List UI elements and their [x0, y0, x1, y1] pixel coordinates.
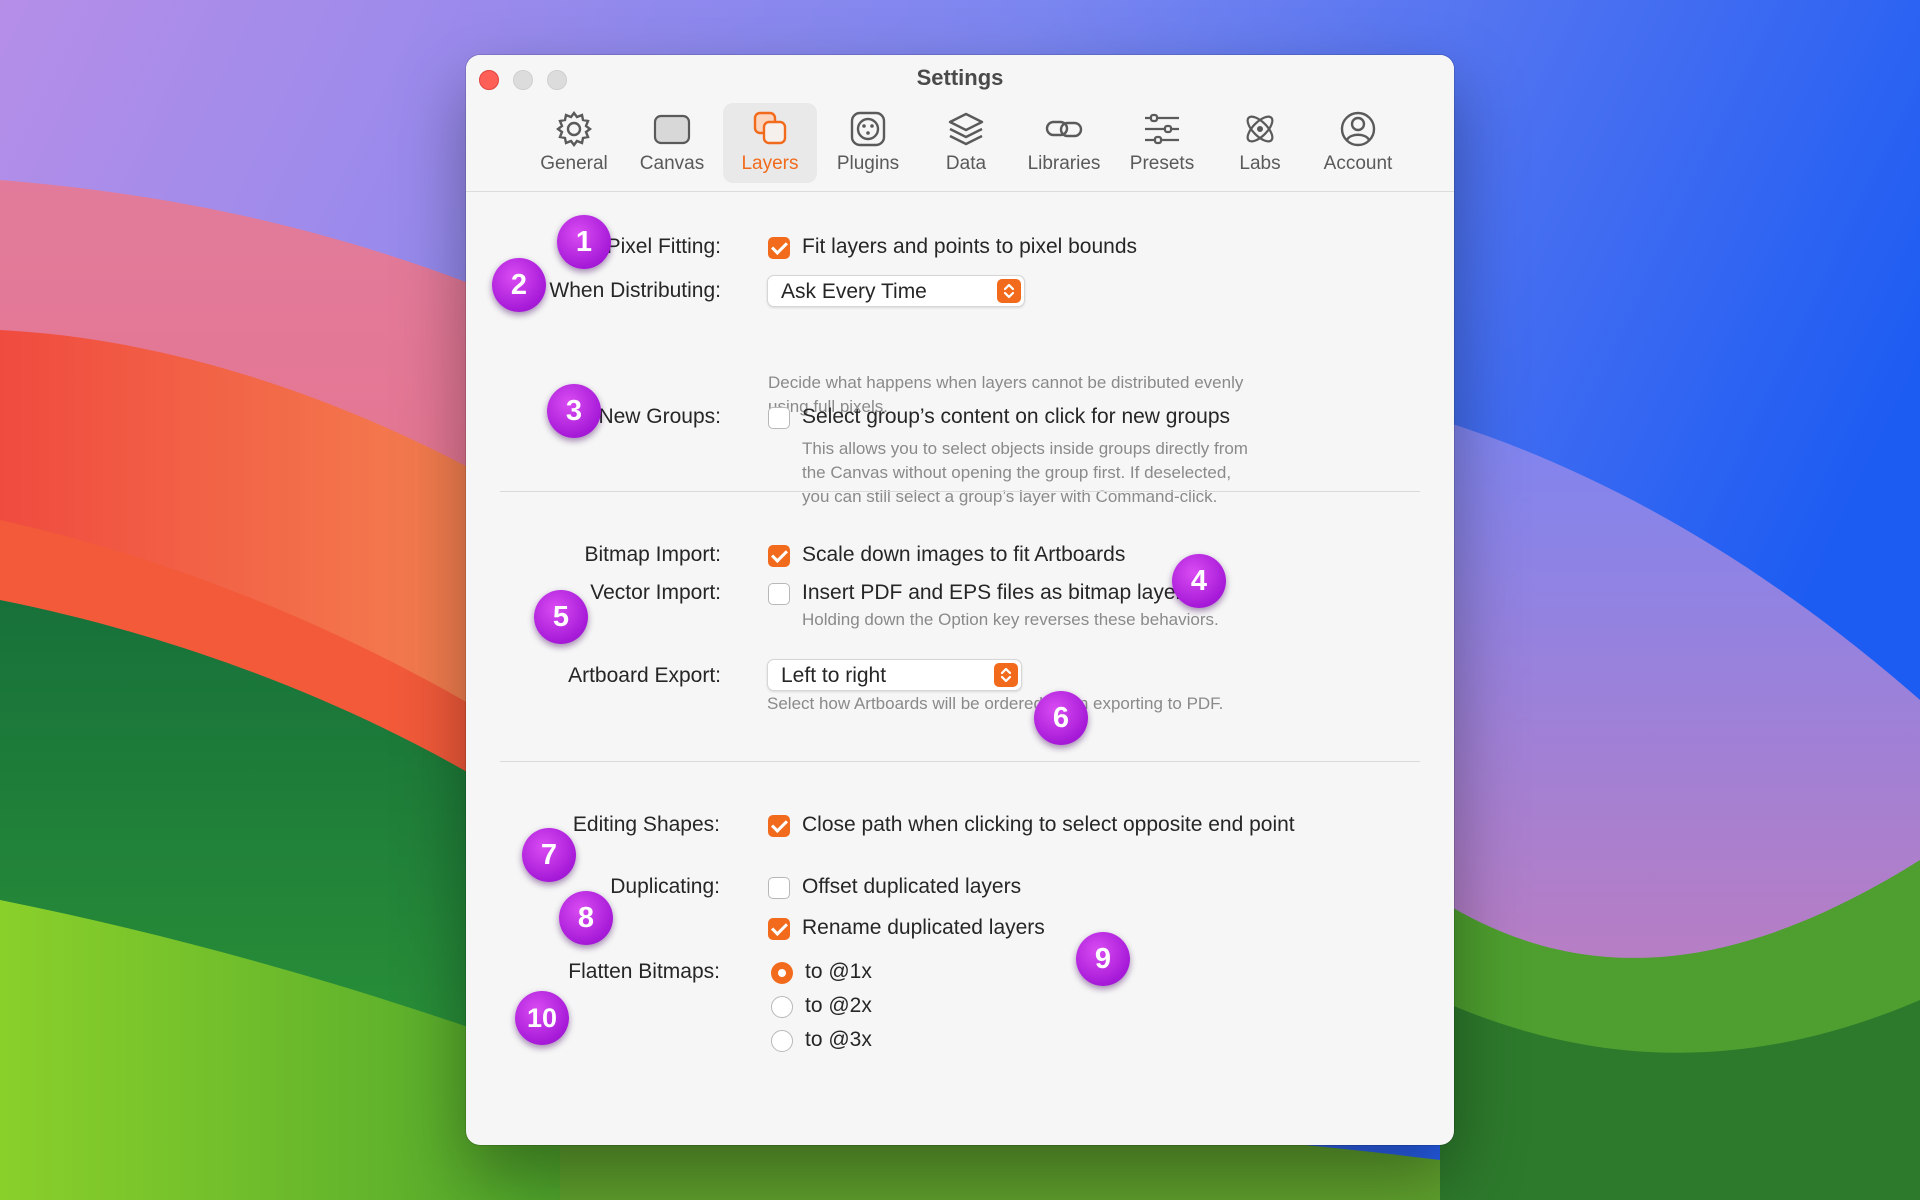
callout-badge-8: 8	[559, 891, 613, 945]
artboard-export-help: Select how Artboards will be ordered whe…	[767, 694, 1224, 713]
artboard-export-value: Left to right	[781, 664, 887, 687]
tab-plugins[interactable]: Plugins	[821, 103, 915, 183]
layers-settings-pane: Pixel Fitting: Fit layers and points to …	[466, 192, 1454, 1145]
callout-badge-6: 6	[1034, 691, 1088, 745]
window-title: Settings	[916, 65, 1004, 90]
when-distributing-select[interactable]: Ask Every Time	[767, 275, 1025, 307]
tab-data[interactable]: Data	[919, 103, 1013, 183]
tab-layers[interactable]: Layers	[723, 103, 817, 183]
title-bar: Settings General Canvas Layers Plugins D…	[466, 55, 1454, 191]
callout-badge-10: 10	[515, 991, 569, 1045]
sliders-icon	[1145, 113, 1179, 145]
tab-label: Plugins	[836, 153, 900, 174]
new-groups-help-3: you can still select a group’s layer wit…	[802, 487, 1218, 506]
gear-icon	[556, 111, 592, 147]
tab-label: Labs	[1239, 153, 1281, 174]
link-icon	[1045, 120, 1083, 138]
person-icon	[1340, 111, 1376, 147]
editing-shapes-option: Close path when clicking to select oppos…	[802, 813, 1295, 836]
callout-badge-2: 2	[492, 258, 546, 312]
tab-label: Layers	[741, 153, 799, 174]
atom-icon	[1246, 115, 1274, 143]
when-distributing-help-1: Decide what happens when layers cannot b…	[768, 373, 1244, 392]
flatten-2x-radio[interactable]	[771, 996, 793, 1018]
rename-duplicated-checkbox[interactable]	[768, 918, 790, 940]
pixel-fitting-option: Fit layers and points to pixel bounds	[802, 235, 1138, 258]
pixel-fitting-checkbox[interactable]	[768, 237, 790, 259]
callout-badge-9: 9	[1076, 932, 1130, 986]
callout-badge-1: 1	[557, 215, 611, 269]
canvas-icon	[653, 114, 691, 145]
new-groups-help-1: This allows you to select objects inside…	[802, 439, 1248, 458]
flatten-1x-radio[interactable]	[771, 962, 793, 984]
bitmap-import-label: Bitmap Import:	[584, 543, 721, 566]
tab-canvas[interactable]: Canvas	[625, 103, 719, 183]
vector-import-label: Vector Import:	[590, 581, 721, 604]
flatten-3x-radio[interactable]	[771, 1030, 793, 1052]
tab-account[interactable]: Account	[1311, 103, 1405, 183]
new-groups-checkbox[interactable]	[768, 407, 790, 429]
tab-label: Libraries	[1027, 153, 1101, 174]
when-distributing-value: Ask Every Time	[781, 280, 927, 303]
tab-label: Presets	[1129, 153, 1195, 174]
vector-import-checkbox[interactable]	[768, 583, 790, 605]
new-groups-help-2: the Canvas without opening the group fir…	[802, 463, 1232, 482]
settings-window: Settings General Canvas Layers Plugins D…	[466, 55, 1454, 1145]
tab-label: Canvas	[639, 153, 705, 174]
new-groups-option: Select group’s content on click for new …	[802, 405, 1231, 428]
section-divider	[500, 491, 1420, 492]
offset-duplicated-option: Offset duplicated layers	[802, 875, 1022, 898]
vector-import-help: Holding down the Option key reverses the…	[802, 610, 1219, 629]
layers-icon	[753, 111, 787, 145]
flatten-3x-option: to @3x	[805, 1028, 872, 1051]
flatten-1x-option: to @1x	[805, 960, 872, 983]
tab-libraries[interactable]: Libraries	[1017, 103, 1111, 183]
section-divider	[500, 761, 1420, 762]
callout-badge-7: 7	[522, 828, 576, 882]
bitmap-import-option: Scale down images to fit Artboards	[802, 543, 1126, 566]
tab-label: General	[540, 153, 608, 174]
stack-icon	[948, 112, 984, 146]
editing-shapes-checkbox[interactable]	[768, 815, 790, 837]
editing-shapes-label: Editing Shapes:	[572, 813, 720, 836]
offset-duplicated-checkbox[interactable]	[768, 877, 790, 899]
plugin-icon	[850, 111, 886, 147]
callout-badge-3: 3	[547, 384, 601, 438]
tab-label: Data	[945, 153, 987, 174]
tab-presets[interactable]: Presets	[1115, 103, 1209, 183]
tab-labs[interactable]: Labs	[1213, 103, 1307, 183]
artboard-export-select[interactable]: Left to right	[767, 659, 1022, 691]
callout-badge-5: 5	[534, 590, 588, 644]
chevron-up-down-icon	[997, 279, 1021, 303]
bitmap-import-checkbox[interactable]	[768, 545, 790, 567]
tab-general[interactable]: General	[527, 103, 621, 183]
artboard-export-label: Artboard Export:	[568, 664, 721, 687]
callout-badge-4: 4	[1172, 554, 1226, 608]
flatten-2x-option: to @2x	[805, 994, 872, 1017]
tab-label: Account	[1323, 153, 1393, 174]
vector-import-option: Insert PDF and EPS files as bitmap layer…	[802, 581, 1193, 604]
chevron-up-down-icon	[994, 663, 1018, 687]
flatten-bitmaps-label: Flatten Bitmaps:	[568, 960, 720, 983]
rename-duplicated-option: Rename duplicated layers	[802, 916, 1045, 939]
